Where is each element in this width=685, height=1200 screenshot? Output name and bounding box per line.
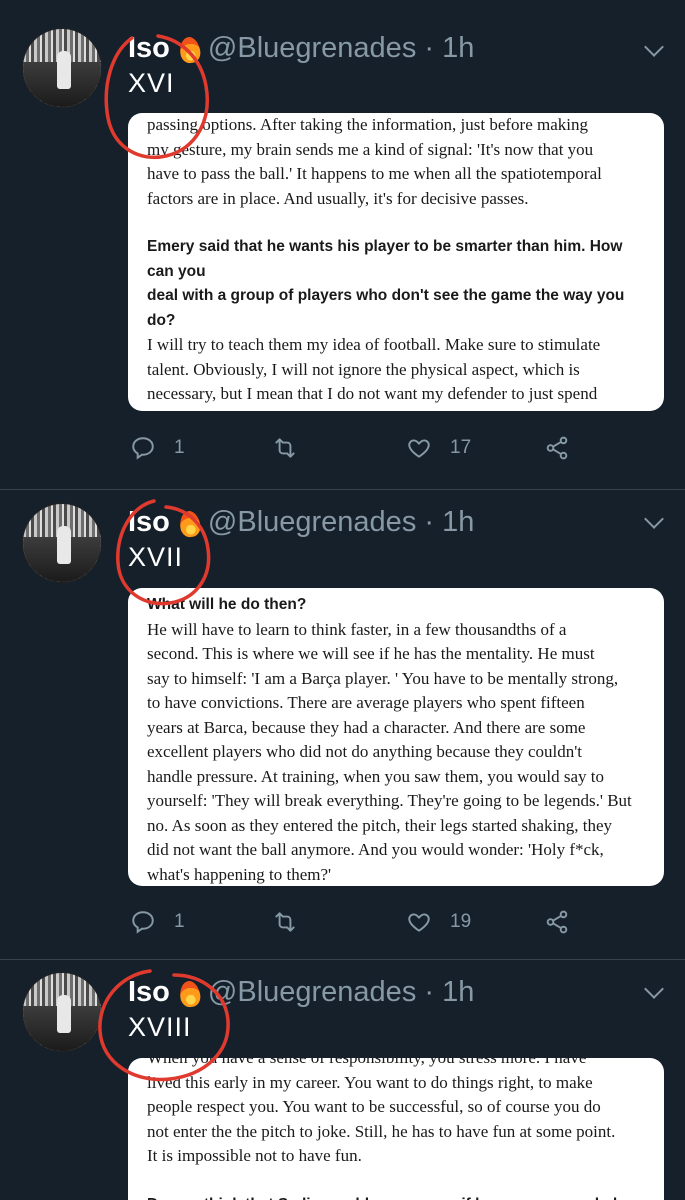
like-count: 19 (450, 911, 472, 932)
retweet-icon (275, 912, 295, 932)
display-name[interactable]: Iso (128, 506, 170, 539)
share-button[interactable] (544, 909, 570, 935)
like-count: 17 (450, 437, 472, 458)
image-card[interactable]: What will he do then? He will have to lea… (128, 588, 664, 886)
interview-text-line: talent. Obviously, I will not ignore the… (147, 359, 580, 379)
like-button[interactable]: 19 (406, 909, 471, 935)
handle-and-time[interactable]: @Bluegrenades · 1h (208, 506, 474, 539)
interview-question-line: What will he do then? (147, 596, 307, 613)
interview-text-line: have to pass the ball.' It happens to me… (147, 164, 602, 183)
interview-text-line: years at Barca, because they had a chara… (147, 717, 586, 737)
like-button[interactable]: 17 (406, 435, 471, 461)
handle-and-time[interactable]: @Bluegrenades · 1h (208, 976, 474, 1009)
share-icon (546, 910, 568, 934)
chevron-down-icon[interactable] (644, 509, 664, 529)
interview-text-line: his time defending. No, no. I want him t… (147, 407, 645, 412)
interview-text-line: necessary, but I mean that I do not want… (147, 384, 598, 403)
interview-text-line: It is impossible not to have fun. (147, 1146, 362, 1165)
interview-text-line: I will try to teach them my idea of foot… (147, 335, 601, 354)
tweet-header: Iso @Bluegrenades · 1h (128, 28, 474, 68)
reply-count: 1 (174, 911, 185, 932)
card-text: What will he do then? He will have to lea… (147, 593, 645, 886)
retweet-button[interactable] (272, 435, 298, 461)
interview-question-line: deal with a group of players who don't s… (147, 287, 625, 329)
interview-text-line: not enter the the pitch to joke. Still, … (147, 1121, 616, 1141)
interview-text-line: yourself: 'They will break everything. T… (147, 791, 632, 810)
reply-count: 1 (174, 437, 185, 458)
interview-text-line: handle pressure. At training, when you s… (147, 766, 605, 786)
tweet-text: XVII (128, 542, 184, 572)
share-icon (546, 436, 568, 460)
interview-question-line: Do you think that Sadio would score more… (147, 1193, 645, 1200)
action-bar: 1 19 (128, 904, 588, 940)
interview-text-line: say to himself: 'I am a Barça player. ' … (147, 668, 619, 688)
interview-text-line: excellent players who did not do anythin… (147, 742, 583, 761)
interview-text-line: did not want the ball anymore. And you w… (147, 840, 604, 859)
interview-text-line: second. This is where we will see if he … (147, 644, 595, 663)
interview-text-line: lived this early in my career. You want … (147, 1072, 593, 1092)
display-name[interactable]: Iso (128, 976, 170, 1009)
avatar[interactable] (22, 28, 102, 108)
tweet-text: XVI (128, 68, 175, 98)
chevron-down-icon[interactable] (644, 37, 664, 57)
share-button[interactable] (544, 435, 570, 461)
reply-button[interactable]: 1 (130, 909, 185, 935)
tweet-header: Iso @Bluegrenades · 1h (128, 972, 474, 1012)
handle-and-time[interactable]: @Bluegrenades · 1h (208, 32, 474, 65)
interview-text-line: passing options. After taking the inform… (147, 115, 588, 134)
interview-text-line: what's happening to them?' (147, 864, 332, 884)
interview-text-line: no. As soon as they entered the pitch, t… (147, 815, 613, 835)
card-text: passing options. After taking the inform… (147, 113, 645, 411)
fire-emoji-icon (178, 33, 202, 63)
interview-text-line: my gesture, my brain sends me a kind of … (147, 139, 594, 159)
interview-text-line: He will have to learn to think faster, i… (147, 619, 567, 639)
retweet-icon (275, 438, 295, 458)
reply-icon (132, 911, 154, 934)
like-icon (408, 439, 430, 458)
reply-icon (132, 437, 154, 460)
interview-text-line: people respect you. You want to be succe… (147, 1097, 601, 1116)
fire-emoji-icon (178, 977, 202, 1007)
tweet[interactable]: Iso @Bluegrenades · 1h XVI passing optio… (0, 0, 685, 490)
action-bar: 1 17 (128, 430, 588, 466)
tweet[interactable]: Iso @Bluegrenades · 1h XVIII When you ha… (0, 960, 685, 1200)
interview-text-line: When you have a sense of responsibility,… (147, 1058, 645, 1071)
image-card[interactable]: When you have a sense of responsibility,… (128, 1058, 664, 1200)
interview-question-line: Emery said that he wants his player to b… (147, 238, 623, 280)
chevron-down-icon[interactable] (644, 979, 664, 999)
display-name[interactable]: Iso (128, 32, 170, 65)
interview-text-line: factors are in place. And usually, it's … (147, 188, 529, 208)
interview-text-line: to have convictions. There are average p… (147, 693, 585, 712)
tweet-text: XVIII (128, 1012, 192, 1042)
retweet-button[interactable] (272, 909, 298, 935)
fire-emoji-icon (178, 507, 202, 537)
image-card[interactable]: passing options. After taking the inform… (128, 113, 664, 411)
card-text: When you have a sense of responsibility,… (147, 1058, 645, 1200)
like-icon (408, 913, 430, 932)
tweet-header: Iso @Bluegrenades · 1h (128, 502, 474, 542)
reply-button[interactable]: 1 (130, 435, 185, 461)
tweet[interactable]: Iso @Bluegrenades · 1h XVII What will he… (0, 490, 685, 960)
avatar[interactable] (22, 503, 102, 583)
avatar[interactable] (22, 972, 102, 1052)
